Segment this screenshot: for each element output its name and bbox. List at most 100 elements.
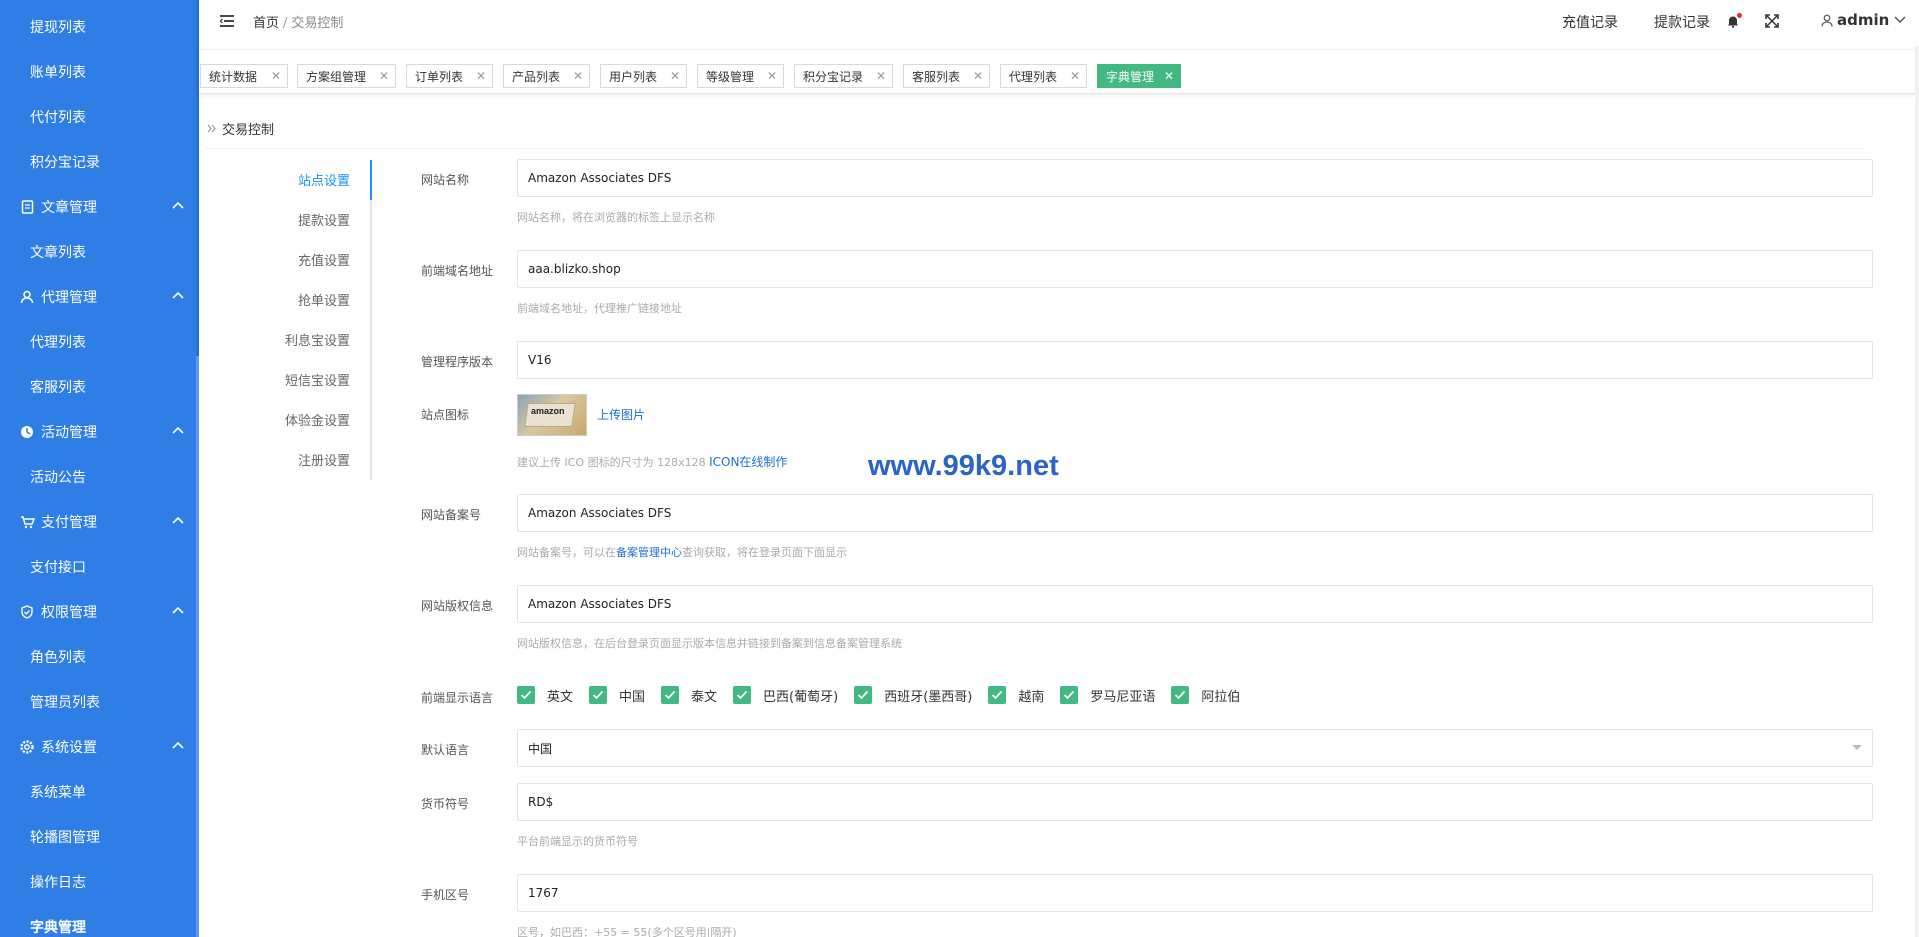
close-icon[interactable]: ✕	[973, 69, 983, 83]
sidebar-group-permissions[interactable]: 权限管理	[0, 589, 199, 634]
page-title: 交易控制	[207, 119, 274, 138]
recharge-records-link[interactable]: 充值记录	[1562, 12, 1618, 32]
settings-tab-register[interactable]: 注册设置	[298, 450, 350, 469]
site-name-input[interactable]: Amazon Associates DFS	[517, 159, 1873, 197]
sidebar-item-points-record[interactable]: 积分宝记录	[0, 139, 199, 184]
tab-cs-list[interactable]: 客服列表 ✕	[903, 64, 990, 88]
cart-icon	[19, 514, 35, 530]
copyright-input[interactable]: Amazon Associates DFS	[517, 585, 1873, 623]
chevron-up-icon	[172, 291, 184, 299]
chevron-down-icon	[1894, 16, 1906, 24]
language-option-romanian[interactable]: 罗马尼亚语	[1060, 686, 1155, 705]
sidebar-item-withdraw-list[interactable]: 提现列表	[0, 4, 199, 49]
sidebar-group-activities[interactable]: 活动管理	[0, 409, 199, 454]
close-icon[interactable]: ✕	[767, 69, 777, 83]
settings-tab-sms[interactable]: 短信宝设置	[285, 370, 350, 389]
sidebar-item-bill-list[interactable]: 账单列表	[0, 49, 199, 94]
close-icon[interactable]: ✕	[1164, 69, 1174, 83]
language-option-spanish[interactable]: 西班牙(墨西哥)	[854, 686, 972, 705]
sidebar-item-payment-api[interactable]: 支付接口	[0, 544, 199, 589]
settings-tab-indicator	[370, 160, 372, 200]
program-version-input[interactable]: V16	[517, 341, 1873, 379]
checkbox-checked-icon[interactable]	[733, 686, 752, 704]
sidebar-item-activity-notice[interactable]: 活动公告	[0, 454, 199, 499]
upload-image-link[interactable]: 上传图片	[597, 406, 645, 423]
sidebar-item-role-list[interactable]: 角色列表	[0, 634, 199, 679]
sidebar-item-cs-list[interactable]: 客服列表	[0, 364, 199, 409]
sidebar-item-agent-list[interactable]: 代理列表	[0, 319, 199, 364]
close-icon[interactable]: ✕	[573, 69, 583, 83]
settings-tab-grab-order[interactable]: 抢单设置	[298, 290, 350, 309]
close-icon[interactable]: ✕	[476, 69, 486, 83]
language-option-vietnamese[interactable]: 越南	[988, 686, 1044, 705]
sidebar-item-payout-list[interactable]: 代付列表	[0, 94, 199, 139]
sidebar-item-article-list[interactable]: 文章列表	[0, 229, 199, 274]
sidebar-item-operation-log[interactable]: 操作日志	[0, 859, 199, 904]
checkbox-checked-icon[interactable]	[661, 686, 680, 704]
sidebar-group-payment[interactable]: 支付管理	[0, 499, 199, 544]
sidebar-group-agents[interactable]: 代理管理	[0, 274, 199, 319]
sidebar-group-articles[interactable]: 文章管理	[0, 184, 199, 229]
language-option-thai[interactable]: 泰文	[661, 686, 717, 705]
tab-products[interactable]: 产品列表 ✕	[503, 64, 590, 88]
currency-help: 平台前端显示的货币符号	[517, 835, 638, 848]
tab-points-records[interactable]: 积分宝记录 ✕	[794, 64, 893, 88]
tab-levels[interactable]: 等级管理 ✕	[697, 64, 784, 88]
default-language-select[interactable]: 中国	[517, 729, 1873, 767]
close-icon[interactable]: ✕	[271, 69, 281, 83]
sidebar-item-admin-list[interactable]: 管理员列表	[0, 679, 199, 724]
page-scrollbar[interactable]	[1915, 46, 1919, 937]
breadcrumb-current: 交易控制	[291, 16, 344, 31]
frontend-domain-input[interactable]: aaa.blizko.shop	[517, 250, 1873, 288]
top-header: 首页 / 交易控制 充值记录 提款记录 admin	[199, 0, 1919, 50]
document-icon	[19, 199, 35, 215]
tab-plan-groups[interactable]: 方案组管理 ✕	[297, 64, 396, 88]
currency-input[interactable]: RD$	[517, 783, 1873, 821]
breadcrumb-home[interactable]: 首页	[253, 16, 279, 31]
checkbox-checked-icon[interactable]	[988, 686, 1007, 704]
checkbox-checked-icon[interactable]	[1060, 686, 1079, 704]
tab-agent-list[interactable]: 代理列表 ✕	[1000, 64, 1087, 88]
settings-tab-site[interactable]: 站点设置	[298, 170, 350, 189]
checkbox-checked-icon[interactable]	[589, 686, 608, 704]
withdraw-records-link[interactable]: 提款记录	[1654, 12, 1710, 32]
settings-tab-withdraw[interactable]: 提款设置	[298, 210, 350, 229]
language-option-portuguese[interactable]: 巴西(葡萄牙)	[733, 686, 838, 705]
tab-stats[interactable]: 统计数据 ✕	[200, 64, 288, 88]
username: admin	[1837, 11, 1890, 29]
settings-tab-interest[interactable]: 利息宝设置	[285, 330, 350, 349]
language-option-english[interactable]: 英文	[517, 686, 573, 705]
tab-orders[interactable]: 订单列表 ✕	[406, 64, 493, 88]
gear-icon	[19, 739, 35, 755]
checkbox-checked-icon[interactable]	[1171, 686, 1190, 704]
open-tabs-bar: 统计数据 ✕ 方案组管理 ✕ 订单列表 ✕ 产品列表 ✕ 用户列表 ✕ 等级管理 ✕ 积分宝…	[199, 56, 1915, 94]
icp-input[interactable]: Amazon Associates DFS	[517, 494, 1873, 532]
activity-icon	[19, 424, 35, 440]
settings-tab-trial-fund[interactable]: 体验金设置	[285, 410, 350, 429]
checkbox-checked-icon[interactable]	[517, 686, 535, 704]
sidebar-item-system-menu[interactable]: 系统菜单	[0, 769, 199, 814]
site-name-help: 网站名称，将在浏览器的标签上显示名称	[517, 211, 715, 224]
fullscreen-icon[interactable]	[1765, 14, 1779, 28]
close-icon[interactable]: ✕	[379, 69, 389, 83]
phone-code-input[interactable]: 1767	[517, 874, 1873, 912]
sidebar-item-carousel[interactable]: 轮播图管理	[0, 814, 199, 859]
sidebar-item-dictionary[interactable]: 字典管理	[0, 904, 199, 937]
close-icon[interactable]: ✕	[876, 69, 886, 83]
sidebar-scrollbar-thumb[interactable]	[196, 356, 199, 937]
shield-icon	[19, 604, 35, 620]
menu-toggle-icon[interactable]	[220, 14, 234, 28]
settings-tab-recharge[interactable]: 充值设置	[298, 250, 350, 269]
notification-dot	[1737, 13, 1742, 18]
checkbox-checked-icon[interactable]	[854, 686, 873, 704]
icp-center-link[interactable]: 备案管理中心	[616, 546, 682, 559]
tab-users[interactable]: 用户列表 ✕	[600, 64, 687, 88]
close-icon[interactable]: ✕	[1070, 69, 1080, 83]
icon-maker-link[interactable]: ICON在线制作	[709, 455, 787, 469]
tab-dictionary[interactable]: 字典管理 ✕	[1097, 64, 1181, 88]
sidebar-group-system[interactable]: 系统设置	[0, 724, 199, 769]
user-menu[interactable]: admin	[1821, 11, 1907, 29]
language-option-arabic[interactable]: 阿拉伯	[1171, 686, 1240, 705]
close-icon[interactable]: ✕	[670, 69, 680, 83]
language-option-chinese[interactable]: 中国	[589, 686, 645, 705]
